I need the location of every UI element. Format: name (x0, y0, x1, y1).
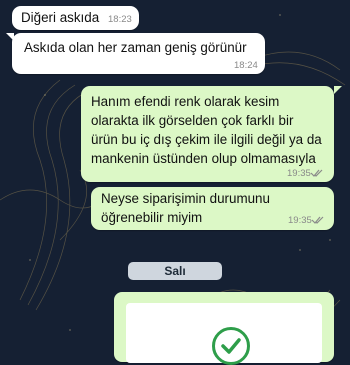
check-circle-icon (212, 327, 250, 365)
message-time: 18:23 (108, 14, 132, 25)
message-text-line: olarakta ilk görselden çok farklı bir (91, 113, 294, 128)
message-time: 19:35 (288, 215, 312, 226)
message-text-line: öğrenebilir miyim (101, 210, 203, 225)
message-text-line: Neyse siparişimin durumunu (101, 191, 270, 206)
date-separator: Salı (128, 262, 222, 280)
double-check-icon (311, 216, 324, 224)
outgoing-message[interactable]: Hanım efendi renk olarak kesim olarakta … (81, 86, 334, 182)
message-text-line: Hanım efendi renk olarak kesim (91, 94, 280, 109)
outgoing-attachment-card[interactable] (114, 292, 334, 365)
outgoing-message[interactable]: Neyse siparişimin durumunu öğrenebilir m… (91, 187, 334, 230)
message-text: Diğeri askıda (21, 10, 100, 25)
bubble-tail (334, 86, 342, 94)
message-text-line: mankenin üstünden olup olmamasıyla (91, 151, 316, 166)
attachment-preview[interactable] (126, 303, 322, 365)
message-time: 18:24 (234, 60, 258, 71)
incoming-message[interactable]: Askıda olan her zaman geniş görünür 18:2… (12, 33, 265, 74)
incoming-message[interactable]: Diğeri askıda 18:23 (12, 6, 139, 30)
message-text: Askıda olan her zaman geniş görünür (24, 40, 247, 55)
message-text-line: ürün bu iç dış çekim ile ilgili değil ya… (91, 132, 322, 147)
double-check-icon (310, 169, 323, 177)
message-time: 19:35 (287, 168, 311, 179)
